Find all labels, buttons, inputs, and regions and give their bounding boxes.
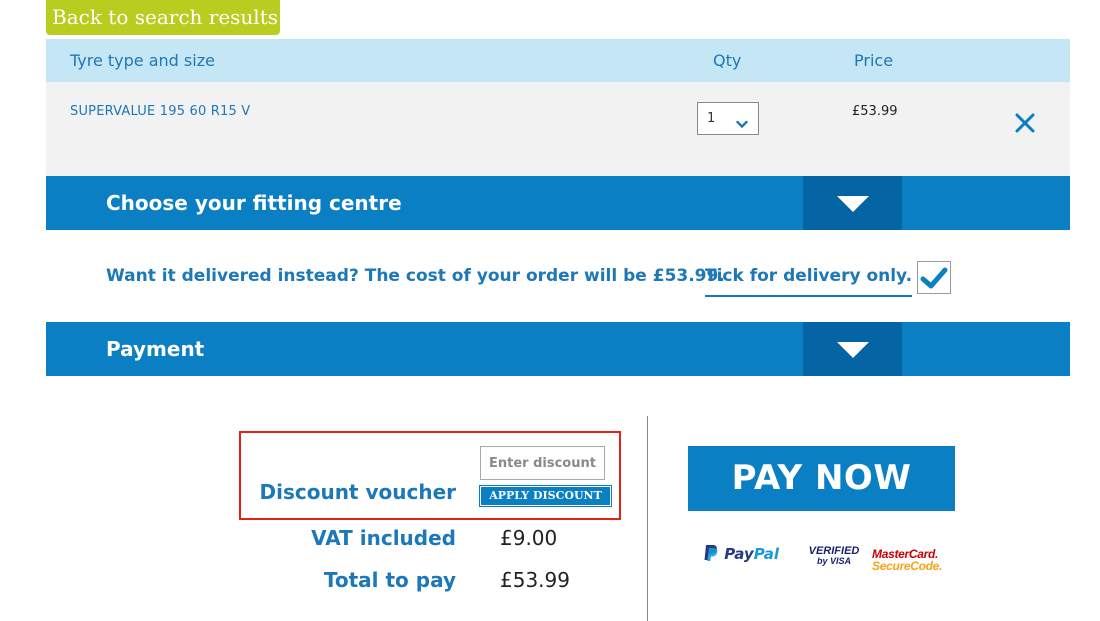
cart-table-header: Tyre type and size Qty Price xyxy=(46,39,1070,82)
checkmark-icon xyxy=(920,267,948,289)
vat-label: VAT included xyxy=(311,526,456,550)
qty-value: 1 xyxy=(707,111,716,126)
mastercard-securecode-logo: MasterCard. SecureCode. xyxy=(872,547,943,573)
discount-code-input[interactable] xyxy=(480,446,605,480)
total-label: Total to pay xyxy=(323,568,456,592)
payment-title: Payment xyxy=(106,337,205,361)
fitting-centre-title: Choose your fitting centre xyxy=(106,191,402,215)
triangle-down-icon xyxy=(837,196,869,212)
chevron-down-icon xyxy=(736,114,748,133)
payment-panel[interactable]: Payment xyxy=(46,322,1070,376)
delivery-checkbox[interactable] xyxy=(917,261,951,294)
summary-divider xyxy=(647,416,648,621)
payment-toggle[interactable] xyxy=(803,322,902,376)
item-name: SUPERVALUE 195 60 R15 V xyxy=(70,104,251,119)
apply-discount-button[interactable]: APPLY DISCOUNT xyxy=(479,485,612,507)
delivery-text: Want it delivered instead? The cost of y… xyxy=(106,266,725,286)
paypal-logo: PayPal xyxy=(703,544,779,568)
header-qty: Qty xyxy=(713,51,742,70)
vat-value: £9.00 xyxy=(500,526,558,550)
delivery-link[interactable]: Tick for delivery only. xyxy=(705,266,913,297)
fitting-centre-panel[interactable]: Choose your fitting centre xyxy=(46,176,1070,230)
back-to-search-button[interactable]: Back to search results xyxy=(46,0,280,35)
paypal-icon xyxy=(704,545,718,561)
item-price: £53.99 xyxy=(852,104,898,119)
total-value: £53.99 xyxy=(500,568,570,592)
fitting-centre-toggle[interactable] xyxy=(803,176,902,230)
header-price: Price xyxy=(854,51,894,70)
discount-label: Discount voucher xyxy=(259,480,457,504)
pay-now-button[interactable]: PAY NOW xyxy=(688,446,955,511)
close-icon[interactable] xyxy=(1014,112,1036,134)
triangle-down-icon xyxy=(837,342,869,358)
verified-by-visa-logo: VERIFIED by VISA xyxy=(808,545,860,567)
cart-item-row: SUPERVALUE 195 60 R15 V 1 £53.99 xyxy=(46,82,1070,176)
header-product: Tyre type and size xyxy=(70,51,215,70)
qty-select[interactable]: 1 xyxy=(697,102,759,135)
